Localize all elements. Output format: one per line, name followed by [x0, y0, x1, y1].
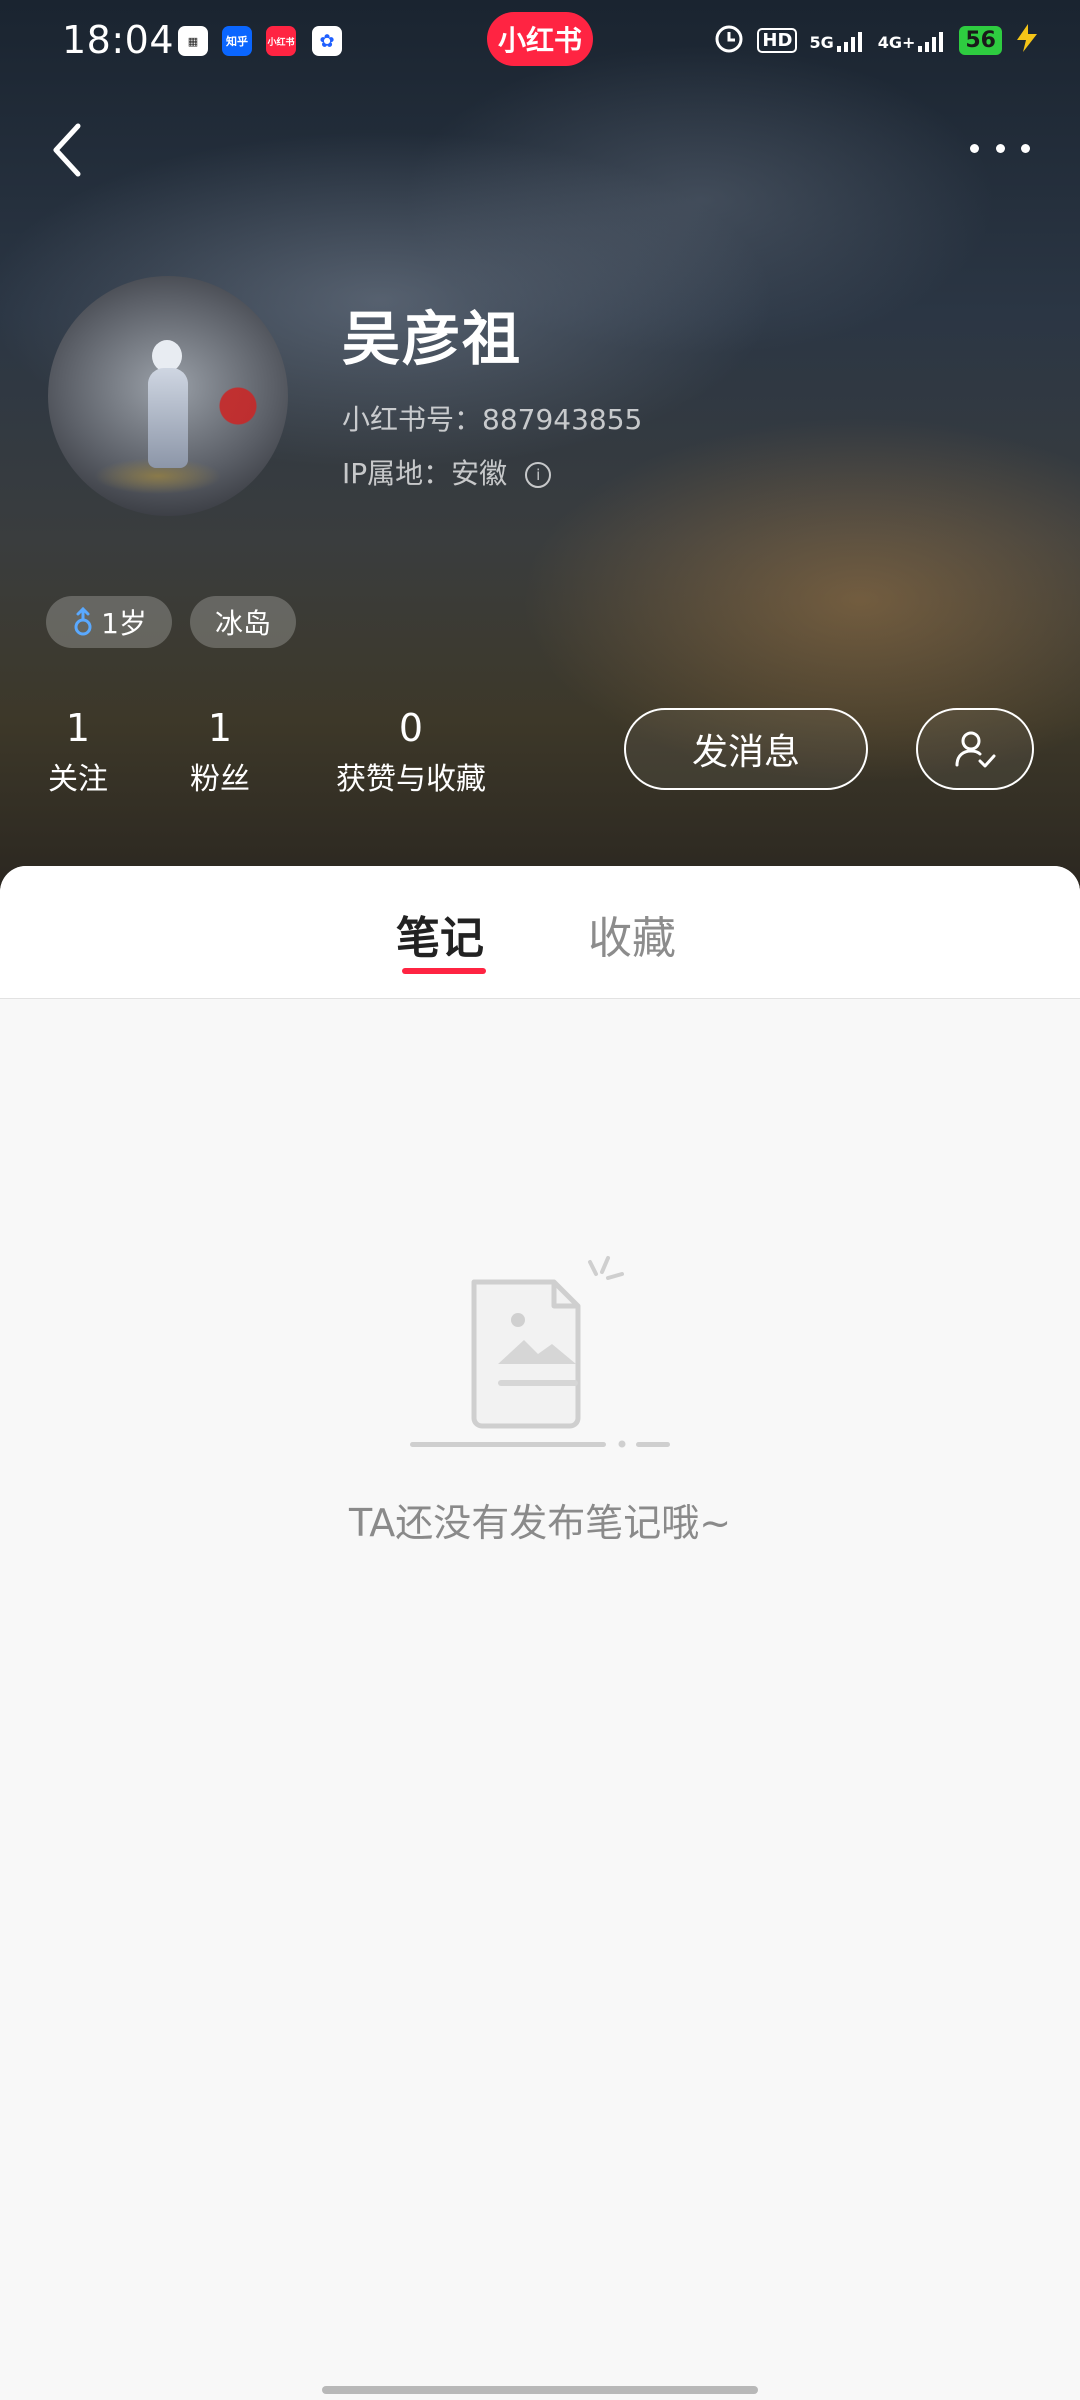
alarm-icon	[713, 22, 745, 59]
app-badge: 小红书	[487, 12, 593, 66]
5g-signal-icon: 5G	[809, 30, 865, 52]
charging-icon	[1014, 23, 1040, 58]
tag-gender-age: 1岁	[46, 596, 172, 648]
stat-followers-value: 1	[207, 706, 233, 750]
tab-collections[interactable]: 收藏	[588, 902, 676, 966]
home-indicator[interactable]	[322, 2386, 758, 2394]
tab-bar: 笔记 收藏	[0, 866, 1080, 999]
tab-notes[interactable]: 笔记	[396, 902, 484, 966]
content-sheet: 笔记 收藏	[0, 866, 1080, 2400]
back-button[interactable]	[46, 118, 90, 182]
send-message-button[interactable]: 发消息	[624, 708, 868, 790]
tag-location-label: 冰岛	[214, 607, 271, 640]
qr-app-icon: ▦	[178, 26, 208, 56]
stat-following-label: 关注	[48, 762, 108, 797]
stat-followers[interactable]: 1 粉丝	[180, 706, 260, 798]
stat-likes-value: 0	[398, 706, 424, 750]
empty-state-illustration	[400, 1248, 680, 1458]
battery-indicator: 56	[959, 26, 1002, 55]
empty-state-message: TA还没有发布笔记哦~	[348, 1501, 732, 1545]
tab-active-indicator	[402, 968, 486, 974]
stat-following[interactable]: 1 关注	[38, 706, 118, 798]
more-options-button[interactable]	[970, 136, 1030, 160]
profile-ip-row: IP属地：安徽 i	[342, 452, 552, 492]
tag-age-label: 1岁	[101, 607, 147, 640]
5g-label: 5G	[809, 32, 834, 52]
more-dots-icon	[970, 143, 979, 153]
profile-ip: IP属地：安徽	[342, 457, 508, 490]
profile-name: 吴彦祖	[342, 305, 523, 373]
empty-document-icon	[410, 1256, 670, 1448]
zhihu-icon: 知乎	[222, 26, 252, 56]
follow-status-button[interactable]	[916, 708, 1034, 790]
male-icon	[74, 606, 92, 636]
stat-followers-label: 粉丝	[190, 762, 250, 797]
stat-likes-collects[interactable]: 0 获赞与收藏	[326, 706, 496, 798]
status-bar: 18:04 ▦ 知乎 小红书 ✿ 小红书 HD 5G 4G+ 56	[0, 0, 1080, 84]
more-dot	[995, 143, 1005, 153]
stat-likes-label: 获赞与收藏	[336, 762, 486, 797]
info-icon[interactable]: i	[525, 462, 552, 488]
profile-id: 小红书号：887943855	[342, 403, 643, 436]
avatar-figure-body	[148, 368, 188, 468]
chevron-left-icon	[53, 123, 81, 177]
avatar[interactable]	[48, 276, 288, 516]
4g-signal-icon: 4G+	[878, 30, 948, 52]
tag-location: 冰岛	[190, 596, 296, 648]
xiaohongshu-icon: 小红书	[266, 26, 296, 56]
status-time: 18:04	[62, 18, 175, 62]
user-check-icon	[955, 731, 996, 768]
more-dot	[1021, 143, 1030, 153]
hd-icon: HD	[757, 28, 798, 53]
4g-label: 4G+	[877, 32, 916, 52]
stat-following-value: 1	[65, 706, 91, 750]
baidu-icon: ✿	[312, 26, 342, 56]
